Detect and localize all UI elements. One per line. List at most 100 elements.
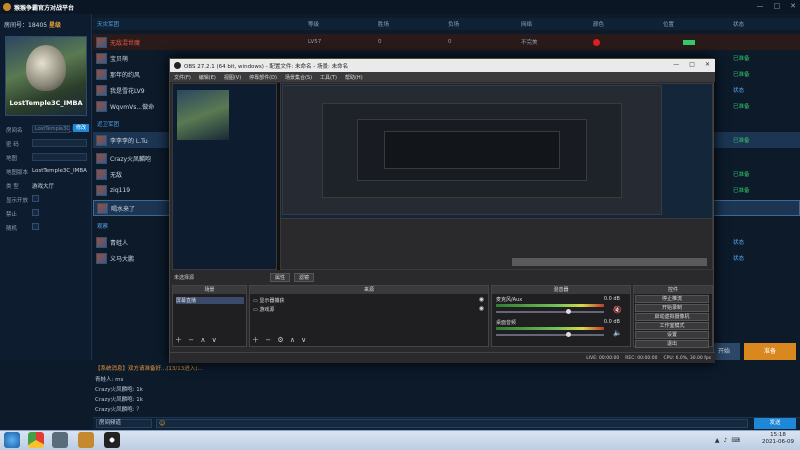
obs-menu-help[interactable]: 帮助(H): [345, 74, 363, 81]
virtual-camera-button[interactable]: 启动虚拟摄像机: [635, 313, 709, 321]
volume-slider[interactable]: [496, 309, 604, 314]
header-network: 网络: [521, 22, 533, 28]
tray-volume-icon[interactable]: ♪: [723, 437, 727, 444]
properties-button[interactable]: 属性: [270, 272, 291, 282]
header-team: 天灾军团: [97, 22, 120, 28]
header-wins: 胜场: [378, 22, 390, 28]
volume-knob[interactable]: [566, 309, 571, 314]
obs-minimize-button[interactable]: —: [673, 61, 679, 68]
open-checkbox[interactable]: [32, 195, 39, 202]
minimize-button[interactable]: —: [757, 2, 764, 10]
player-level: LV57: [308, 39, 322, 45]
tray-keyboard-icon[interactable]: ⌨: [731, 437, 740, 444]
room-number-label: 房间号：: [4, 22, 29, 29]
start-menu-icon[interactable]: [4, 432, 20, 448]
obs-close-button[interactable]: ✕: [705, 61, 710, 68]
source-item[interactable]: ▭ 显示器捕获: [253, 297, 284, 304]
filters-button[interactable]: 滤镜: [294, 272, 315, 282]
player-avatar: [96, 184, 107, 196]
visibility-icon[interactable]: ◉: [479, 296, 484, 303]
chat-line: 青蛙人: ms: [95, 377, 124, 383]
obs-preview[interactable]: [172, 83, 713, 270]
player-name: 喝水来了: [111, 205, 136, 213]
source-item[interactable]: ▭ 游戏源: [253, 306, 274, 313]
header-losses: 负场: [448, 22, 460, 28]
stop-streaming-button[interactable]: 停止推流: [635, 295, 709, 303]
random-checkbox[interactable]: [32, 223, 39, 230]
random-label: 随机: [6, 226, 18, 232]
mute-icon[interactable]: 🔇: [613, 306, 622, 314]
player-status: 已准备: [733, 104, 750, 110]
volume-knob[interactable]: [566, 332, 571, 337]
obs-menu-tools[interactable]: 工具(T): [320, 74, 337, 81]
ban-checkbox[interactable]: [32, 209, 39, 216]
obs-menu-view[interactable]: 视图(V): [224, 74, 241, 81]
player-row[interactable]: 无敌混世魔 LV57 0 0 不完美: [93, 34, 800, 50]
mixer-dock-title: 混音器: [492, 286, 630, 294]
studio-mode-button[interactable]: 工作室模式: [635, 322, 709, 330]
ready-button[interactable]: 准备: [744, 343, 796, 360]
mixer-channel-label: 麦克风/Aux 0.0 dB: [496, 296, 620, 303]
send-button[interactable]: 发送: [754, 418, 796, 429]
player-status: 状态: [733, 240, 745, 246]
room-number: 房间号：18405 星级: [4, 20, 61, 29]
map-input[interactable]: [32, 153, 87, 161]
obs-menu-docks[interactable]: 停靠部件(D): [249, 74, 277, 81]
player-avatar: [97, 202, 108, 214]
battle-platform-icon[interactable]: [78, 432, 94, 448]
maximize-button[interactable]: □: [774, 2, 781, 10]
password-input[interactable]: [32, 139, 87, 147]
player-losses: 0: [448, 39, 452, 45]
scene-item[interactable]: 屏幕直播: [176, 297, 244, 304]
obs-statusbar: LIVE: 00:00:00 REC: 00:00:00 CPU: 6.0%, …: [170, 352, 715, 363]
obs-maximize-button[interactable]: □: [689, 61, 695, 68]
obs-menu-file[interactable]: 文件(F): [174, 74, 191, 81]
speaker-icon[interactable]: 🔈: [613, 329, 622, 337]
player-color-swatch: [593, 38, 600, 46]
room-number-value: 18405: [28, 22, 48, 29]
modify-button[interactable]: 修改: [73, 124, 89, 132]
visibility-icon[interactable]: ◉: [479, 305, 484, 312]
sources-dock-actions[interactable]: ＋ − ⚙ ∧ ∨: [252, 335, 308, 345]
map-label: 地图: [6, 156, 18, 162]
preview-mirror-status: [512, 258, 707, 266]
taskbar-clock[interactable]: 15:18 2021-06-09: [762, 432, 794, 446]
preview-mirror-panel: [172, 83, 277, 270]
player-avatar: [96, 134, 107, 146]
close-button[interactable]: ✕: [790, 2, 796, 10]
room-name-label: 房间名: [6, 128, 23, 134]
obs-menu-scene-collection[interactable]: 场景集合(S): [285, 74, 312, 81]
chat-input[interactable]: ☺: [156, 419, 748, 428]
scenes-dock-actions[interactable]: ＋ − ∧ ∨: [175, 335, 219, 345]
chat-channel-select[interactable]: 房间频道: [96, 419, 152, 428]
avatar-caption: LostTemple3C_IMBA: [9, 99, 83, 107]
player-avatar: [96, 252, 107, 264]
cpu-fps: CPU: 6.0%, 30.00 fps: [663, 355, 712, 361]
header-level: 等级: [308, 22, 320, 28]
chrome-icon[interactable]: [28, 432, 44, 448]
player-list-header: 天灾军团 等级 胜场 负场 网络 颜色 位置 状态: [93, 18, 800, 30]
player-status: 已准备: [733, 172, 750, 178]
exit-button[interactable]: 退出: [635, 340, 709, 348]
obs-menu-edit[interactable]: 编辑(E): [199, 74, 216, 81]
audio-meter: [496, 327, 604, 330]
player-name: 青蛙人: [110, 239, 129, 247]
player-name: 李李李的 L.Tu: [110, 137, 148, 145]
player-name: 那年的约风: [110, 71, 141, 79]
window-title: 猴猴争霸官方对战平台: [14, 4, 75, 12]
system-tray: ▲ ♪ ⌨: [715, 437, 740, 444]
settings-button[interactable]: 设置: [635, 331, 709, 339]
map-version-value: LostTemple3C_IMBA: [32, 168, 87, 174]
tray-network-icon[interactable]: ▲: [715, 437, 720, 444]
header-position: 位置: [663, 22, 675, 28]
room-name-input[interactable]: LostTemple3C_IMBA: [32, 125, 85, 133]
start-recording-button[interactable]: 开始录制: [635, 304, 709, 312]
obs-taskbar-icon[interactable]: [104, 432, 120, 448]
source-item-label: 显示器捕获: [259, 298, 285, 304]
player-name: 宝贝萌: [110, 55, 129, 63]
volume-slider[interactable]: [496, 332, 604, 337]
emoji-icon[interactable]: ☺: [159, 420, 165, 427]
type-label: 类 型: [6, 184, 19, 190]
player-signal-icon: [683, 39, 695, 45]
game-client-icon[interactable]: [52, 432, 68, 448]
